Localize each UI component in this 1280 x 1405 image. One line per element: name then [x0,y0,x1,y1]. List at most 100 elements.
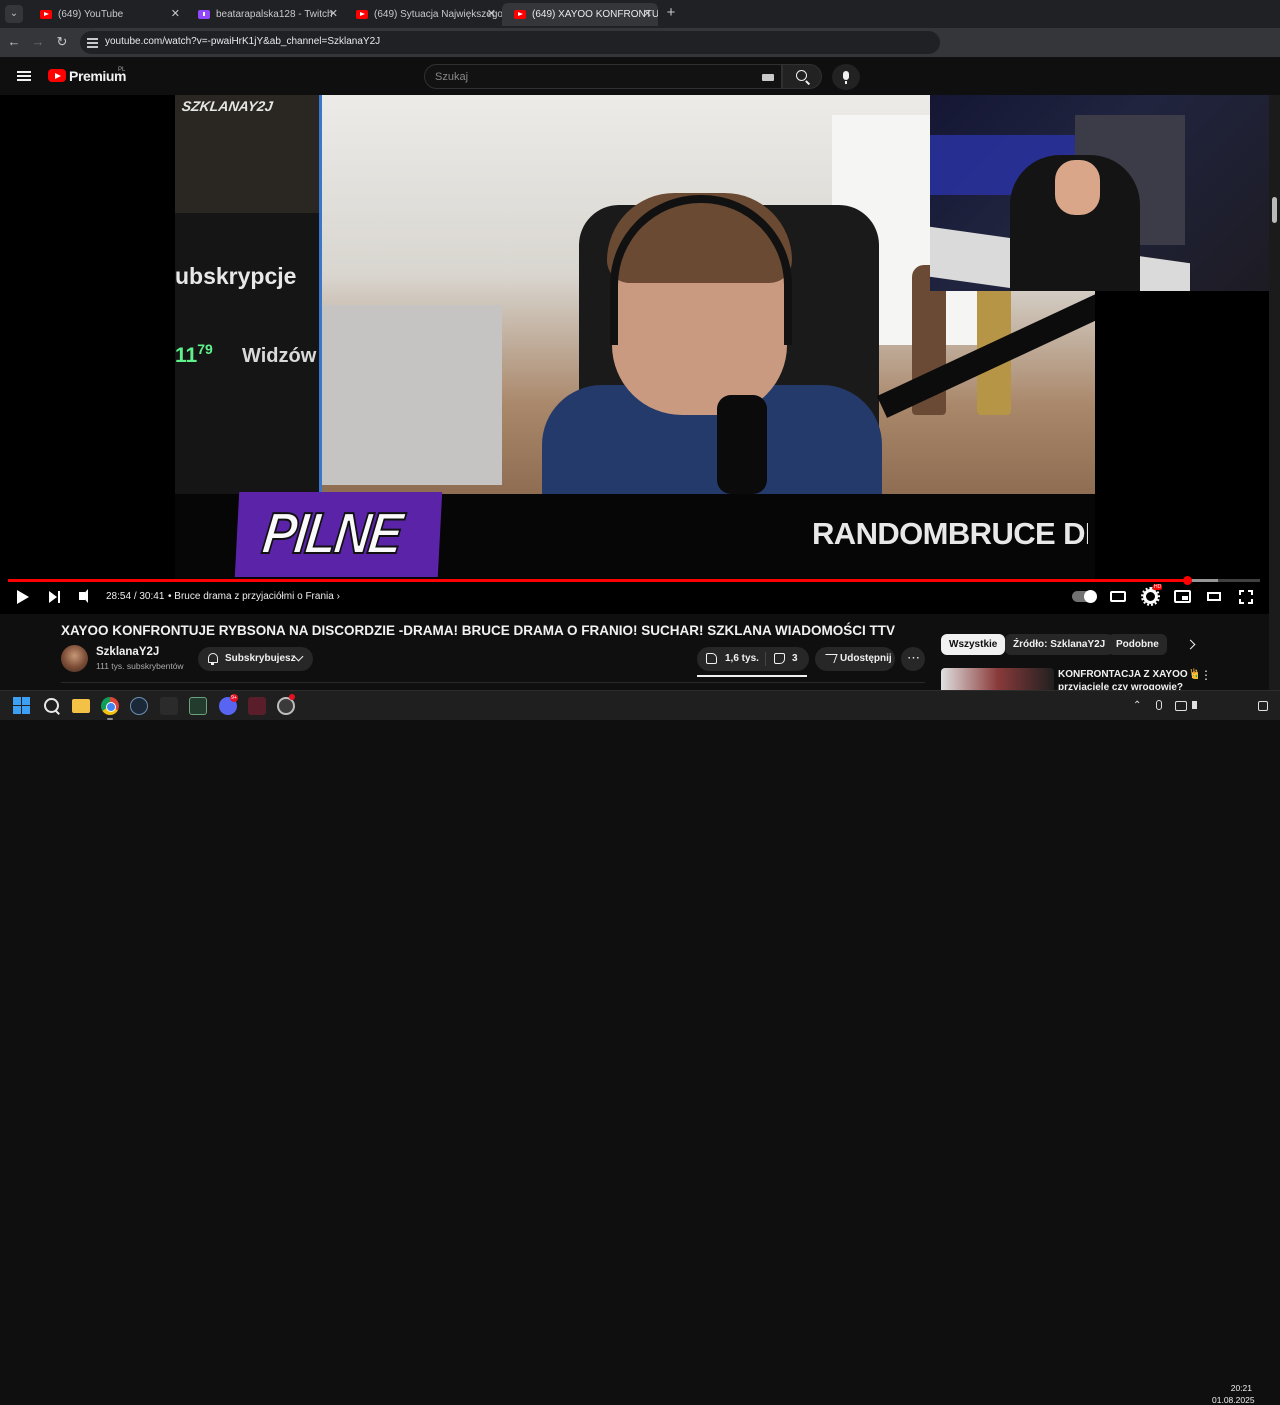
subscriber-count: 111 tys. subskrybentów [96,661,184,671]
scrollbar-thumb[interactable] [1272,197,1277,223]
dislike-count[interactable]: 3 [792,653,798,664]
share-button[interactable]: Udostępnij [815,647,895,671]
theater-mode-icon[interactable] [1207,592,1221,601]
voice-search-button[interactable] [832,64,860,90]
chapter-label: Bruce drama z przyjaciółmi o Frania [174,591,334,602]
page-scrollbar[interactable] [1269,95,1280,690]
keyboard-icon[interactable] [762,74,774,81]
settings-gear-icon[interactable] [1141,587,1160,606]
app-icon[interactable] [160,697,178,715]
chapter-title[interactable]: • Bruce drama z przyjaciółmi o Frania › [168,591,340,602]
youtube-icon [40,10,52,19]
recommendation-thumbnail[interactable] [941,668,1054,690]
breaking-label: PILNE [258,500,405,567]
chrome-icon[interactable] [101,697,119,715]
app-icon[interactable] [248,697,266,715]
autoplay-toggle[interactable] [1072,590,1097,603]
youtube-logo-icon[interactable] [48,69,66,82]
play-icon[interactable] [17,590,29,604]
time-separator: / [133,591,137,602]
reactor-webcam [930,95,1280,291]
windows-start-icon[interactable] [13,697,31,715]
search-icon [796,70,807,81]
news-ticker: RANDOMBRUCE DRAMA [812,516,1088,551]
recording-dot [289,694,295,700]
steam-icon[interactable] [130,697,148,715]
menu-icon[interactable] [17,71,31,81]
network-icon[interactable] [1175,701,1187,711]
browser-tab-youtube[interactable]: (649) YouTube ✕ [28,3,186,26]
subtitles-icon[interactable] [1110,591,1126,602]
speaker-icon[interactable] [1192,701,1197,709]
browser-tab-sytuacja[interactable]: (649) Sytuacja Największego O ✕ [344,3,502,26]
channel-avatar[interactable] [61,645,88,672]
channel-watermark: SZKLANAY2J [180,98,274,114]
region-code: PL [118,67,126,73]
xbox-icon[interactable] [189,697,207,715]
search-input[interactable] [435,69,735,85]
news-lower-third: PILNE RANDOMBRUCE DRAMA [175,492,1095,579]
clock-time[interactable]: 20:21 [1230,1383,1252,1393]
browser-tab-twitch[interactable]: beatarapalska128 - Twitch ✕ [186,3,344,26]
tab-title: (649) XAYOO KONFRONTUJE R [532,9,658,20]
video-player[interactable]: SZKLANAY2J ubskrypcje 1179 Widzów PILNE … [0,95,1280,614]
next-icon[interactable] [49,590,61,604]
fullscreen-icon[interactable] [1238,589,1254,605]
like-underline [697,675,807,677]
microphone [717,395,767,494]
close-tab-icon[interactable]: ✕ [487,3,496,26]
chevron-right-icon[interactable] [1185,639,1196,650]
close-tab-icon[interactable]: ✕ [329,3,338,26]
scrubber-handle[interactable] [1182,576,1192,585]
close-tab-icon[interactable]: ✕ [643,3,652,26]
back-icon[interactable]: ← [6,34,22,50]
channel-name[interactable]: SzklanaY2J [96,646,159,658]
clock-date[interactable]: 01.08.2025 [1212,1395,1255,1405]
more-actions-button[interactable]: ⋯ [901,647,925,671]
miniplayer-icon[interactable] [1174,590,1191,603]
browser-tab-active[interactable]: (649) XAYOO KONFRONTUJE R ✕ [502,3,658,26]
site-info-icon[interactable] [87,37,98,48]
browser-toolbar: ← → ↻ youtube.com/watch?v=-pwaiHrK1jY&ab… [0,28,1280,57]
microphone-icon [843,71,849,84]
recommendation-title[interactable]: KONFRONTACJA Z XAYOO 👑 [1058,668,1198,682]
thumbs-down-icon[interactable] [774,653,785,664]
subscribed-label: Subskrybujesz [225,653,296,664]
search-icon[interactable] [43,697,61,715]
new-tab-button[interactable]: + [664,4,678,22]
tab-title: beatarapalska128 - Twitch [216,9,333,20]
forward-icon[interactable]: → [30,34,46,50]
chip-podobne[interactable]: Podobne [1108,634,1167,655]
chip-source[interactable]: Źródło: SzklanaY2J [1005,634,1114,655]
file-explorer-icon[interactable] [72,699,90,713]
room-sofa [322,305,502,485]
url-text[interactable]: youtube.com/watch?v=-pwaiHrK1jY&ab_chann… [105,36,380,47]
address-bar[interactable]: youtube.com/watch?v=-pwaiHrK1jY&ab_chann… [80,31,940,54]
chevron-right-icon: › [336,591,340,602]
tab-list-button[interactable]: ⌄ [5,5,23,23]
like-dislike-group: 1,6 tys. 3 [697,647,809,671]
viewer-label: Widzów [242,345,317,367]
progress-fill [8,579,1187,582]
tray-overflow-icon[interactable]: ⌃ [1133,700,1141,711]
subscribed-button[interactable]: Subskrybujesz [198,647,313,671]
youtube-masthead: Premium PL [0,57,1280,95]
progress-bar[interactable] [8,576,1260,585]
like-count[interactable]: 1,6 tys. [725,653,759,664]
browser-tab-strip: ⌄ (649) YouTube ✕ beatarapalska128 - Twi… [0,0,1280,28]
volume-icon[interactable] [79,589,88,603]
notifications-icon[interactable] [1258,701,1268,711]
reload-icon[interactable]: ↻ [54,34,70,50]
reactor-face [1055,160,1100,215]
search-button[interactable] [782,64,822,89]
bell-icon [208,653,218,665]
chip-wszystkie[interactable]: Wszystkie [941,634,1006,655]
recommendation-title-line2[interactable]: przyjaciele czy wrogowie? [1058,681,1188,690]
share-label: Udostępnij [840,653,892,664]
microphone-icon[interactable] [1156,700,1162,710]
youtube-icon [514,10,526,19]
close-tab-icon[interactable]: ✕ [171,3,180,26]
viewer-count: 1179 [175,341,213,367]
thumbs-up-icon[interactable] [706,653,717,664]
recommendation-menu-icon[interactable]: ⋮ [1200,668,1212,682]
